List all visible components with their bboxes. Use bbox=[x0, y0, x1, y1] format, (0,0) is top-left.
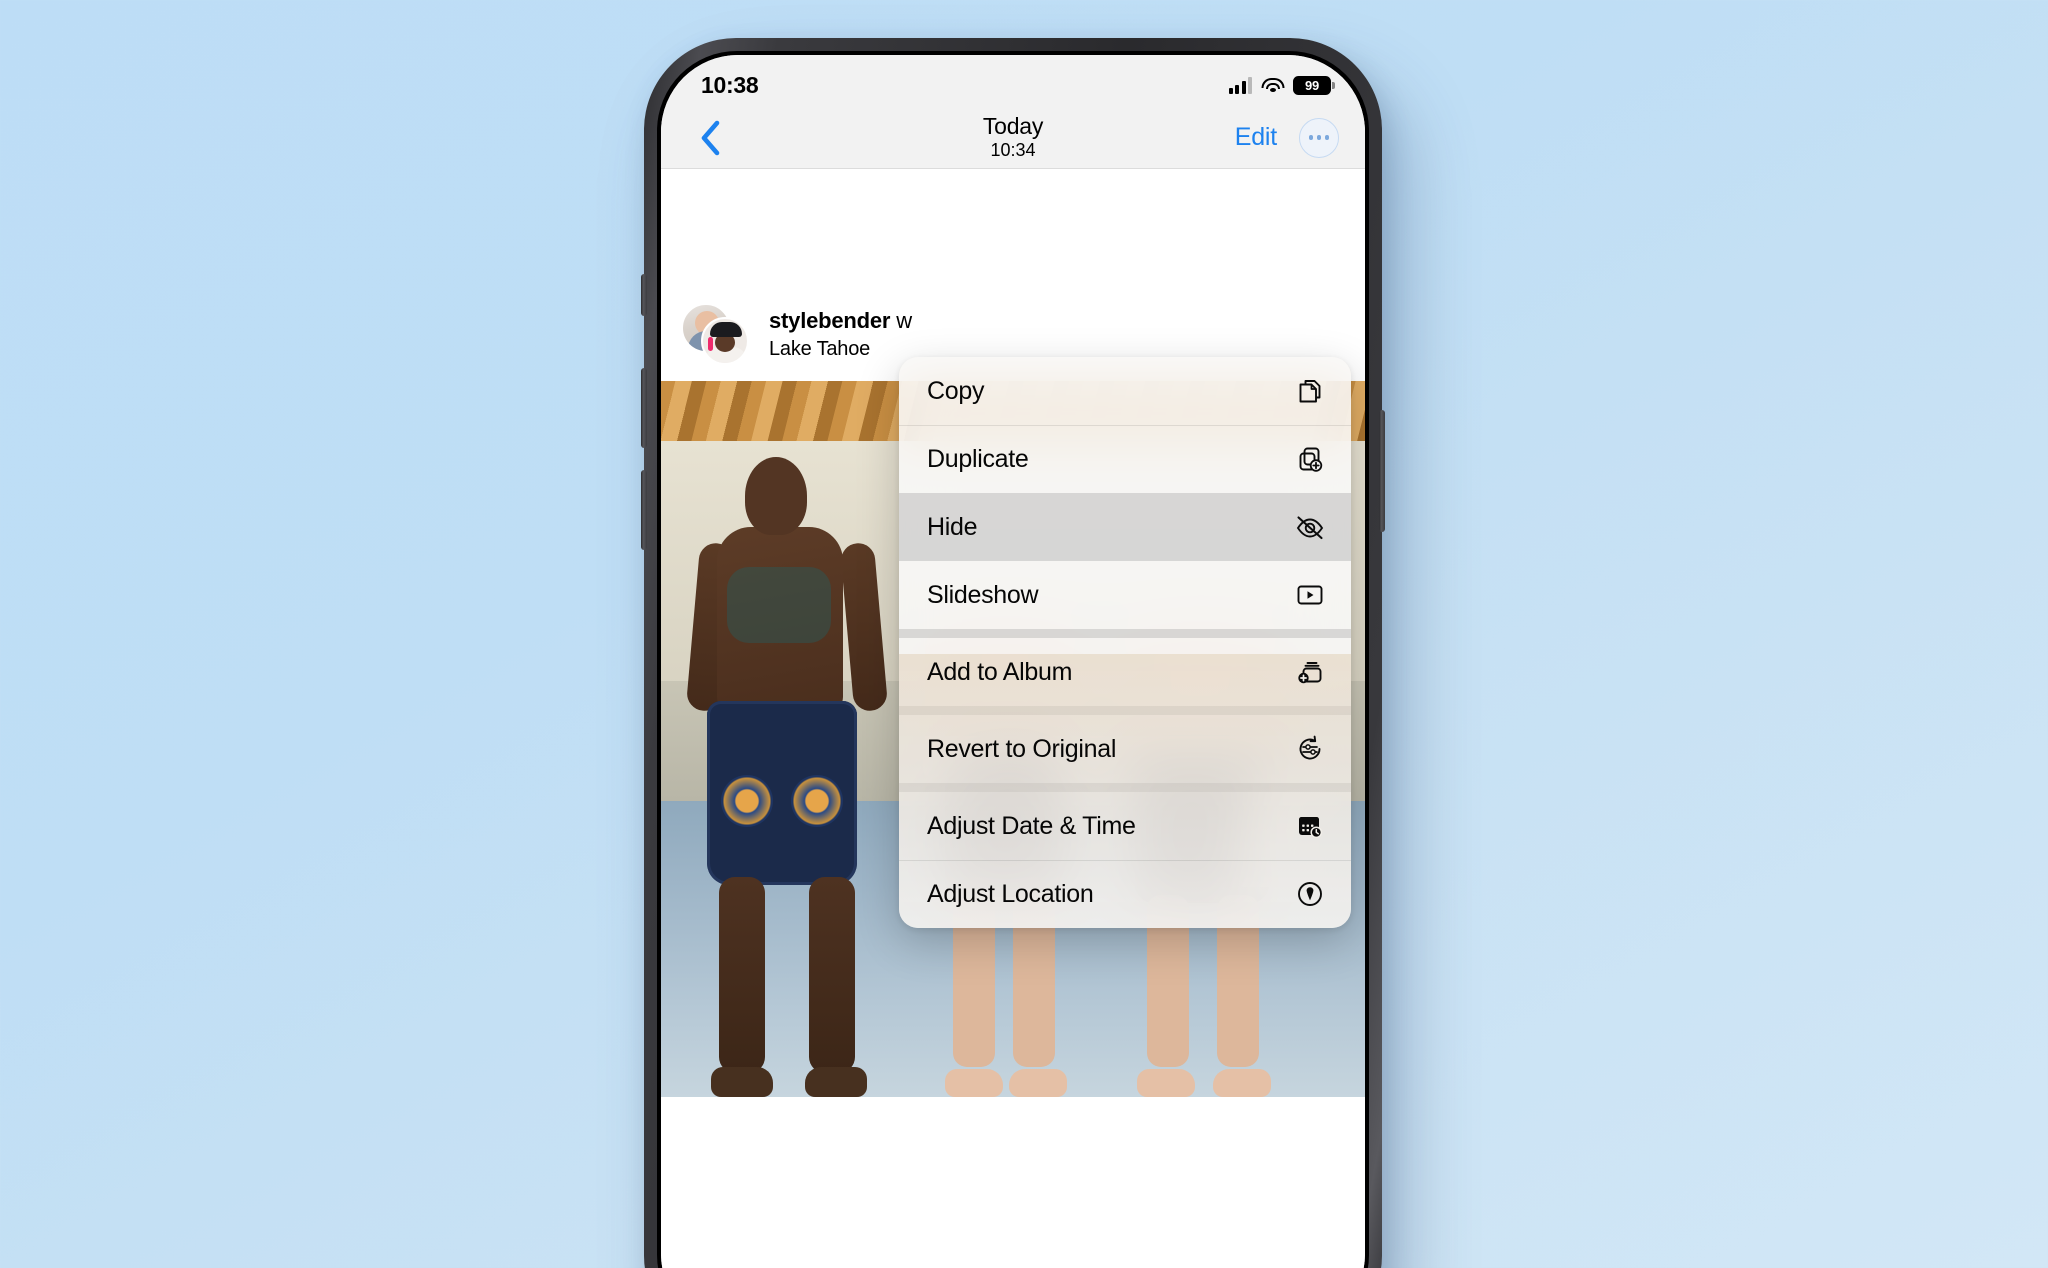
menu-separator bbox=[899, 629, 1351, 638]
wifi-icon bbox=[1261, 77, 1284, 94]
power-button[interactable] bbox=[1379, 410, 1385, 532]
cellular-signal-icon bbox=[1228, 76, 1252, 94]
calendar-clock-icon bbox=[1293, 813, 1327, 839]
menu-item-duplicate[interactable]: Duplicate bbox=[899, 425, 1351, 493]
menu-item-label: Adjust Location bbox=[927, 879, 1094, 908]
eye-slash-icon bbox=[1293, 514, 1327, 540]
menu-separator bbox=[899, 706, 1351, 715]
menu-item-label: Duplicate bbox=[927, 444, 1029, 473]
navigation-bar: Today 10:34 Edit bbox=[661, 107, 1365, 169]
menu-item-label: Copy bbox=[927, 376, 985, 405]
post-username-line: stylebender w bbox=[769, 308, 912, 334]
battery-percent-label: 99 bbox=[1304, 77, 1320, 93]
menu-item-hide[interactable]: Hide bbox=[899, 493, 1351, 561]
copy-icon bbox=[1293, 377, 1327, 405]
menu-item-label: Slideshow bbox=[927, 580, 1039, 609]
menu-item-slideshow[interactable]: Slideshow bbox=[899, 561, 1351, 629]
menu-item-adjust-date-time[interactable]: Adjust Date & Time bbox=[899, 792, 1351, 860]
battery-icon: 99 bbox=[1293, 75, 1335, 95]
status-bar-indicators: 99 bbox=[1228, 75, 1335, 95]
photo-person-left bbox=[685, 457, 889, 1097]
back-chevron-icon[interactable] bbox=[687, 120, 733, 156]
location-pin-circle-icon bbox=[1293, 880, 1327, 908]
avatar[interactable] bbox=[681, 303, 753, 365]
iphone-device-frame: 10:38 99 Today 10:34 Edit stylebender w … bbox=[641, 38, 1385, 1268]
post-with-text: w bbox=[890, 307, 912, 333]
silent-switch-button[interactable] bbox=[641, 274, 647, 316]
menu-item-label: Adjust Date & Time bbox=[927, 811, 1136, 840]
revert-icon bbox=[1293, 735, 1327, 763]
menu-item-label: Revert to Original bbox=[927, 734, 1117, 763]
edit-button[interactable]: Edit bbox=[1235, 123, 1277, 152]
menu-item-add-to-album[interactable]: Add to Album bbox=[899, 638, 1351, 706]
post-meta: stylebender w Lake Tahoe bbox=[769, 308, 912, 361]
duplicate-icon bbox=[1293, 445, 1327, 473]
play-rectangle-icon bbox=[1293, 583, 1327, 607]
ellipsis-circle-icon[interactable] bbox=[1299, 117, 1339, 158]
add-to-album-icon bbox=[1293, 659, 1327, 685]
context-menu[interactable]: Copy Duplicate Hide Slideshow Add to Alb… bbox=[899, 357, 1351, 928]
menu-item-label: Add to Album bbox=[927, 657, 1073, 686]
phone-bezel: 10:38 99 Today 10:34 Edit stylebender w … bbox=[657, 51, 1369, 1268]
phone-screen: 10:38 99 Today 10:34 Edit stylebender w … bbox=[661, 55, 1365, 1268]
menu-separator bbox=[899, 783, 1351, 792]
volume-down-button[interactable] bbox=[641, 470, 647, 550]
menu-item-revert-to-original[interactable]: Revert to Original bbox=[899, 715, 1351, 783]
nav-actions: Edit bbox=[1235, 117, 1339, 158]
menu-item-label: Hide bbox=[927, 512, 978, 541]
status-bar: 10:38 99 bbox=[661, 55, 1365, 107]
menu-item-adjust-location[interactable]: Adjust Location bbox=[899, 860, 1351, 928]
menu-item-copy[interactable]: Copy bbox=[899, 357, 1351, 425]
status-bar-time: 10:38 bbox=[701, 71, 759, 98]
post-location[interactable]: Lake Tahoe bbox=[769, 338, 912, 361]
post-username[interactable]: stylebender bbox=[769, 308, 890, 333]
photo-detail-content: stylebender w Lake Tahoe Copy Duplicate … bbox=[661, 281, 1365, 1268]
avatar-primary bbox=[701, 317, 749, 365]
volume-up-button[interactable] bbox=[641, 368, 647, 448]
